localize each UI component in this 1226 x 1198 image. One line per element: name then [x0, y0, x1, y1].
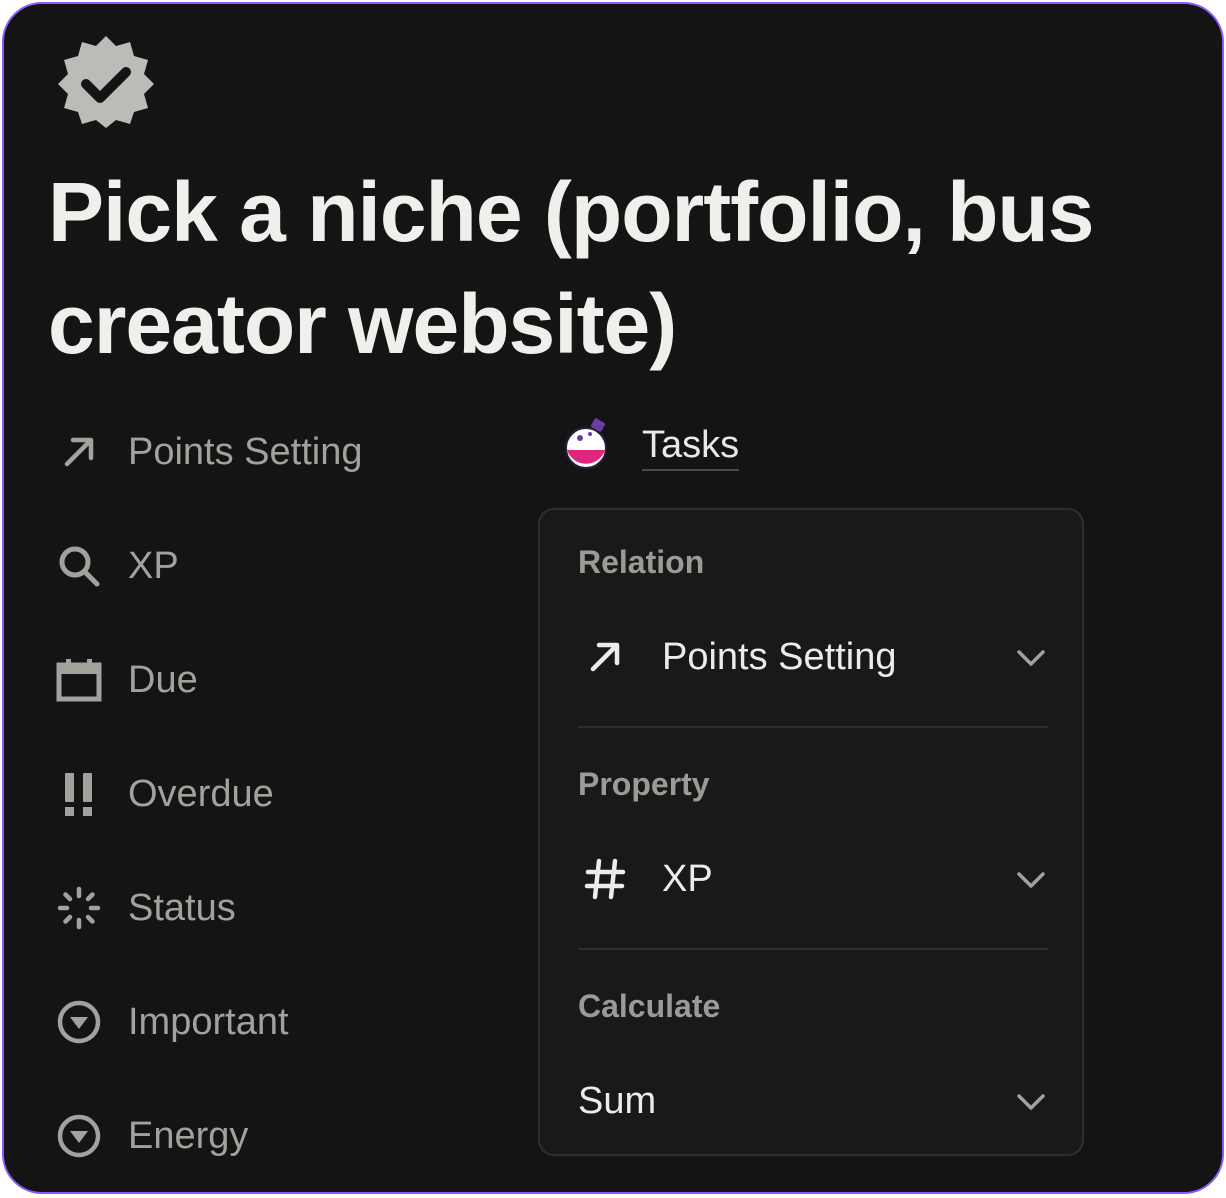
calculate-value: Sum: [578, 1079, 657, 1122]
divider: [578, 726, 1048, 728]
page-title-line-2: creator website): [48, 277, 677, 371]
property-label: Energy: [128, 1114, 249, 1157]
property-status[interactable]: Status: [54, 878, 494, 938]
relation-label: Relation: [578, 544, 705, 580]
tasks-relation-link[interactable]: Tasks: [562, 418, 740, 475]
search-icon: [54, 541, 104, 591]
chevron-circle-icon: [54, 997, 104, 1047]
verified-badge-icon[interactable]: [56, 36, 156, 132]
relation-value: Points Setting: [662, 635, 897, 678]
chevron-down-icon: [1016, 864, 1046, 894]
property-due[interactable]: Due: [54, 650, 494, 710]
relation-select[interactable]: Points Setting: [578, 622, 1048, 692]
rollup-config-panel: Relation Points Setting Property XP Calc…: [538, 508, 1084, 1156]
property-energy[interactable]: Energy: [54, 1106, 494, 1166]
property-points-setting[interactable]: Points Setting: [54, 422, 494, 482]
property-label: Points Setting: [128, 430, 363, 473]
arrow-up-right-icon: [578, 630, 632, 684]
property-xp[interactable]: XP: [54, 536, 494, 596]
property-label: Important: [128, 1000, 289, 1043]
property-overdue[interactable]: Overdue: [54, 764, 494, 824]
divider: [578, 948, 1048, 950]
page-title-line-1: Pick a niche (portfolio, bus: [48, 165, 1094, 259]
hash-icon: [578, 852, 632, 906]
property-label: Due: [128, 658, 198, 701]
potion-flask-icon: [562, 418, 614, 475]
property-label: XP: [128, 544, 179, 587]
property-label: Property: [578, 766, 710, 802]
chevron-down-icon: [1016, 642, 1046, 672]
calculate-label: Calculate: [578, 988, 721, 1024]
chevron-circle-icon: [54, 1111, 104, 1161]
arrow-up-right-icon: [54, 427, 104, 477]
loading-spinner-icon: [54, 883, 104, 933]
property-value: XP: [662, 857, 713, 900]
property-important[interactable]: Important: [54, 992, 494, 1052]
calculate-select[interactable]: Sum: [578, 1066, 1048, 1136]
property-label: Overdue: [128, 772, 274, 815]
calendar-icon: [54, 655, 104, 705]
exclamation-icon: [54, 769, 104, 819]
property-label: Status: [128, 886, 236, 929]
property-select[interactable]: XP: [578, 844, 1048, 914]
tasks-link-label: Tasks: [642, 423, 740, 471]
chevron-down-icon: [1016, 1086, 1046, 1116]
page-title[interactable]: Pick a niche (portfolio, bus creator web…: [48, 156, 1094, 380]
page-frame: Pick a niche (portfolio, bus creator web…: [2, 2, 1224, 1194]
